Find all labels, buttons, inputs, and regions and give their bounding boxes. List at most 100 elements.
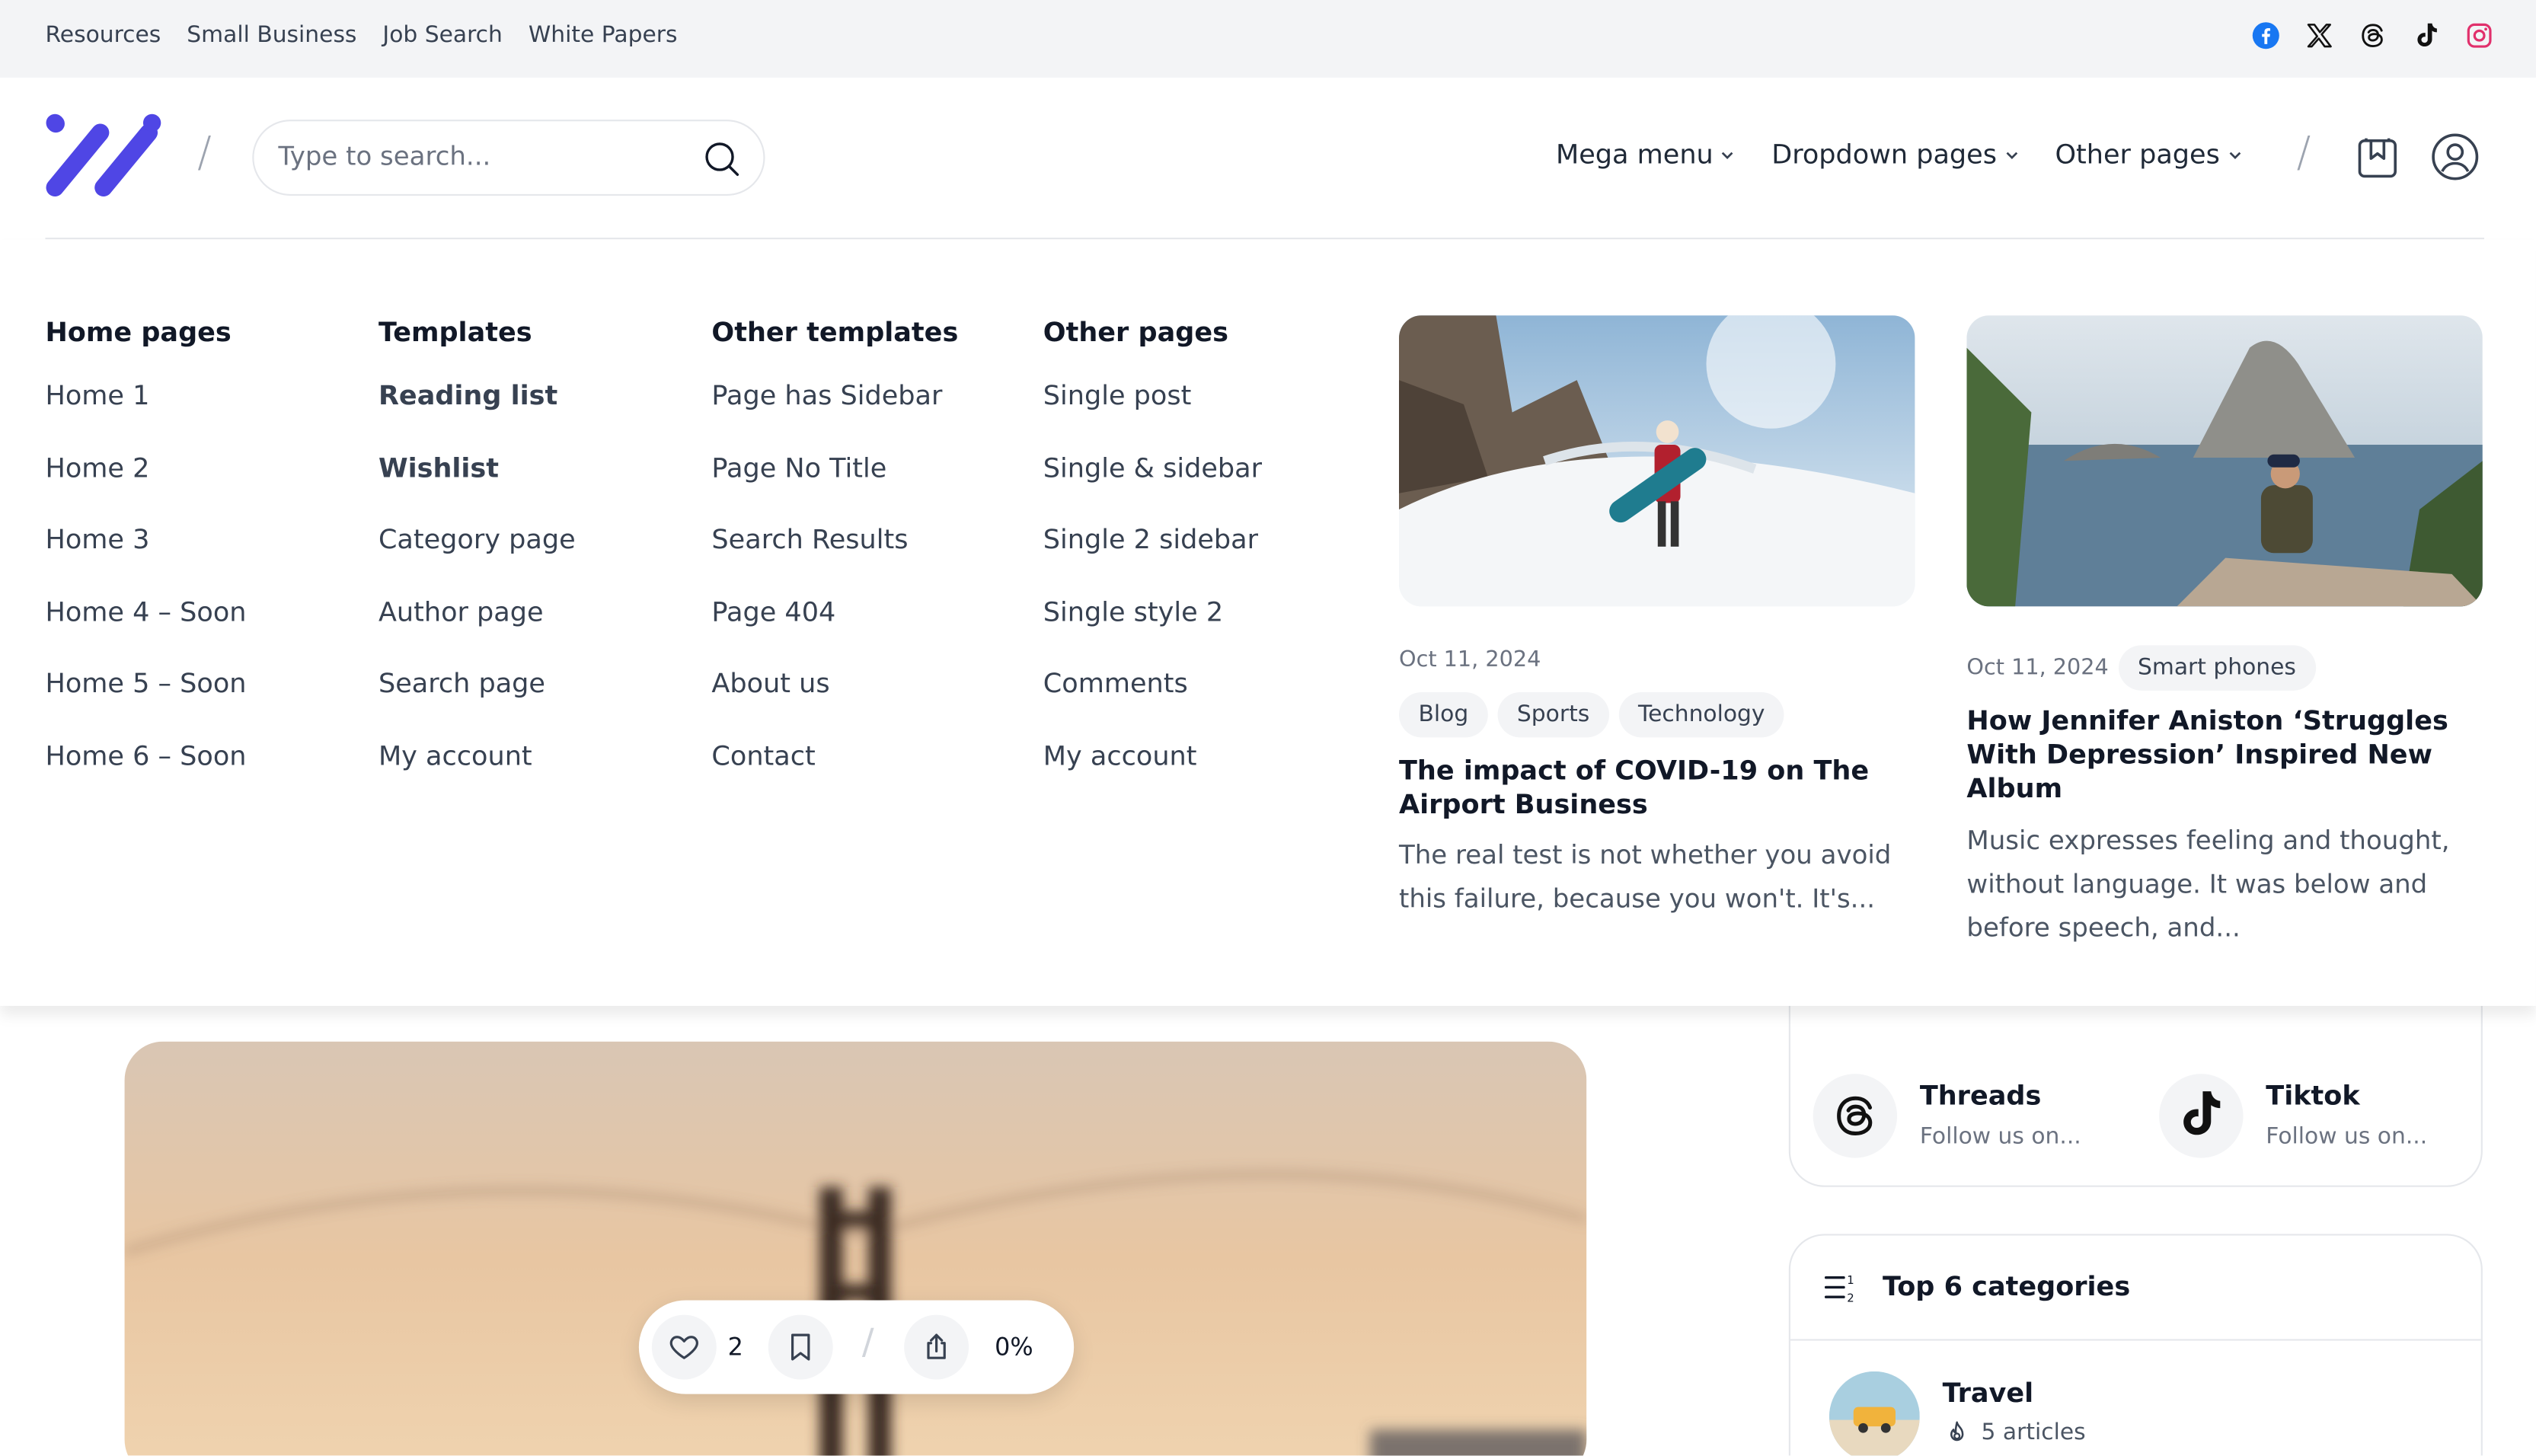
post-title[interactable]: How Jennifer Aniston ‘Struggles With Dep… bbox=[1966, 704, 2482, 806]
tiktok-icon bbox=[2183, 1091, 2221, 1135]
user-avatar-icon[interactable] bbox=[2431, 133, 2480, 181]
top-link-resources[interactable]: Resources bbox=[45, 23, 161, 49]
nav-label: Dropdown pages bbox=[1771, 139, 1998, 170]
post-thumbnail[interactable] bbox=[1966, 315, 2483, 607]
search-input[interactable] bbox=[278, 140, 683, 172]
threads-icon bbox=[1837, 1096, 1873, 1135]
menu-link[interactable]: Page has Sidebar bbox=[711, 380, 958, 452]
heart-icon bbox=[669, 1336, 698, 1359]
menu-column-other-templates: Other templates Page has Sidebar Page No… bbox=[711, 317, 958, 812]
nav-label: Other pages bbox=[2055, 139, 2220, 170]
menu-link[interactable]: Comments bbox=[1043, 668, 1262, 740]
bookmark-button[interactable] bbox=[768, 1314, 833, 1380]
post-action-bar: 2 / 0% bbox=[638, 1300, 1075, 1394]
top-link-white-papers[interactable]: White Papers bbox=[529, 23, 678, 49]
menu-link[interactable]: My account bbox=[1043, 740, 1262, 813]
post-date: Oct 11, 2024 bbox=[1966, 655, 2109, 682]
like-button[interactable] bbox=[651, 1314, 717, 1380]
menu-column-title: Templates bbox=[378, 317, 532, 348]
nav-mega-menu[interactable]: Mega menu bbox=[1556, 139, 1736, 170]
menu-link[interactable]: Home 6 – Soon bbox=[45, 740, 246, 813]
svg-text:1: 1 bbox=[1847, 1273, 1854, 1287]
search-icon[interactable] bbox=[702, 139, 741, 178]
menu-column-title: Home pages bbox=[45, 317, 232, 348]
nav-dropdown-pages[interactable]: Dropdown pages bbox=[1771, 139, 2020, 170]
menu-link[interactable]: Home 5 – Soon bbox=[45, 668, 246, 740]
instagram-icon[interactable] bbox=[2465, 21, 2494, 50]
reading-list-icon[interactable] bbox=[2353, 133, 2402, 181]
menu-link[interactable]: Page No Title bbox=[711, 452, 958, 525]
menu-column-other-pages: Other pages Single post Single & sidebar… bbox=[1043, 317, 1262, 812]
social-sub-threads: Follow us on... bbox=[1919, 1123, 2081, 1150]
action-divider: / bbox=[861, 1323, 874, 1364]
threads-follow-button[interactable] bbox=[1813, 1074, 1898, 1158]
menu-column-title: Other templates bbox=[711, 317, 959, 348]
share-icon bbox=[927, 1333, 946, 1359]
menu-link[interactable]: Author page bbox=[378, 596, 576, 669]
menu-link[interactable]: Reading list bbox=[378, 380, 576, 452]
social-name-threads[interactable]: Threads bbox=[1920, 1081, 2042, 1111]
main-nav: Mega menu Dropdown pages Other pages bbox=[1556, 139, 2243, 170]
menu-link[interactable]: My account bbox=[378, 740, 576, 813]
menu-link[interactable]: Search Results bbox=[711, 524, 958, 596]
post-excerpt: Music expresses feeling and thought, wit… bbox=[1966, 825, 2450, 944]
site-header: / Mega menu Dropdown pages Other pages / bbox=[0, 77, 2536, 240]
x-icon[interactable] bbox=[2304, 21, 2333, 50]
post-title[interactable]: The impact of COVID-19 on The Airport Bu… bbox=[1399, 754, 1915, 822]
chevron-down-icon bbox=[1722, 151, 1734, 158]
menu-link[interactable]: Page 404 bbox=[711, 596, 958, 669]
menu-column-templates: Templates Reading list Wishlist Category… bbox=[378, 317, 576, 812]
menu-link[interactable]: Single 2 sidebar bbox=[1043, 524, 1262, 596]
fire-icon bbox=[1944, 1420, 1970, 1452]
social-sub-tiktok: Follow us on... bbox=[2266, 1123, 2428, 1150]
mega-menu-panel: Home pages Home 1 Home 2 Home 3 Home 4 –… bbox=[0, 239, 2536, 1006]
tag-chip[interactable]: Sports bbox=[1497, 691, 1609, 738]
svg-text:2: 2 bbox=[1847, 1292, 1854, 1305]
header-divider: / bbox=[2296, 129, 2311, 178]
menu-column-home-pages: Home pages Home 1 Home 2 Home 3 Home 4 –… bbox=[45, 317, 246, 812]
threads-icon[interactable] bbox=[2358, 21, 2387, 50]
tag-chip[interactable]: Technology bbox=[1618, 691, 1785, 738]
top-links: Resources Small Business Job Search Whit… bbox=[45, 23, 677, 49]
categories-title: Top 6 categories bbox=[1882, 1271, 2131, 1302]
menu-link[interactable]: Home 3 bbox=[45, 524, 246, 596]
chevron-down-icon bbox=[2005, 151, 2017, 158]
menu-link[interactable]: About us bbox=[711, 668, 958, 740]
list-numbered-icon: 12 bbox=[1822, 1269, 1858, 1311]
reading-progress: 0% bbox=[995, 1332, 1033, 1362]
menu-link[interactable]: Home 4 – Soon bbox=[45, 596, 246, 669]
post-excerpt: The real test is not whether you avoid t… bbox=[1399, 839, 1892, 914]
tag-chip[interactable]: Smart phones bbox=[2118, 645, 2316, 691]
top-link-small-business[interactable]: Small Business bbox=[187, 23, 356, 49]
nav-other-pages[interactable]: Other pages bbox=[2055, 139, 2242, 170]
menu-link[interactable]: Search page bbox=[378, 668, 576, 740]
nav-label: Mega menu bbox=[1555, 139, 1714, 170]
menu-post-card[interactable]: Oct 11, 2024 Blog Sports Technology The im… bbox=[1399, 315, 1915, 920]
menu-link[interactable]: Single & sidebar bbox=[1043, 452, 1262, 525]
bookmark-icon bbox=[791, 1333, 810, 1361]
category-thumbnail[interactable] bbox=[1829, 1371, 1920, 1456]
facebook-icon[interactable] bbox=[2251, 21, 2280, 50]
post-date: Oct 11, 2024 bbox=[1399, 647, 1541, 673]
top-bar: Resources Small Business Job Search Whit… bbox=[0, 0, 2536, 78]
tiktok-follow-button[interactable] bbox=[2159, 1074, 2244, 1158]
menu-link[interactable]: Wishlist bbox=[378, 452, 576, 525]
social-name-tiktok[interactable]: Tiktok bbox=[2266, 1081, 2359, 1111]
menu-link[interactable]: Home 1 bbox=[45, 380, 246, 452]
tag-chip[interactable]: Blog bbox=[1399, 691, 1488, 738]
menu-link[interactable]: Contact bbox=[711, 740, 958, 813]
category-article-count: 5 articles bbox=[1981, 1419, 2086, 1446]
search-box[interactable] bbox=[252, 120, 765, 196]
menu-link[interactable]: Single post bbox=[1043, 380, 1262, 452]
chevron-down-icon bbox=[2228, 151, 2241, 158]
brand-logo[interactable] bbox=[45, 113, 161, 201]
top-link-job-search[interactable]: Job Search bbox=[382, 23, 502, 49]
post-thumbnail[interactable] bbox=[1399, 315, 1915, 607]
menu-link[interactable]: Category page bbox=[378, 524, 576, 596]
menu-link[interactable]: Single style 2 bbox=[1043, 596, 1262, 669]
menu-post-card[interactable]: Oct 11, 2024 Smart phones How Jennifer An… bbox=[1966, 315, 2483, 949]
tiktok-icon[interactable] bbox=[2411, 21, 2440, 50]
category-name[interactable]: Travel bbox=[1943, 1378, 2034, 1408]
share-button[interactable] bbox=[904, 1314, 969, 1380]
menu-link[interactable]: Home 2 bbox=[45, 452, 246, 525]
